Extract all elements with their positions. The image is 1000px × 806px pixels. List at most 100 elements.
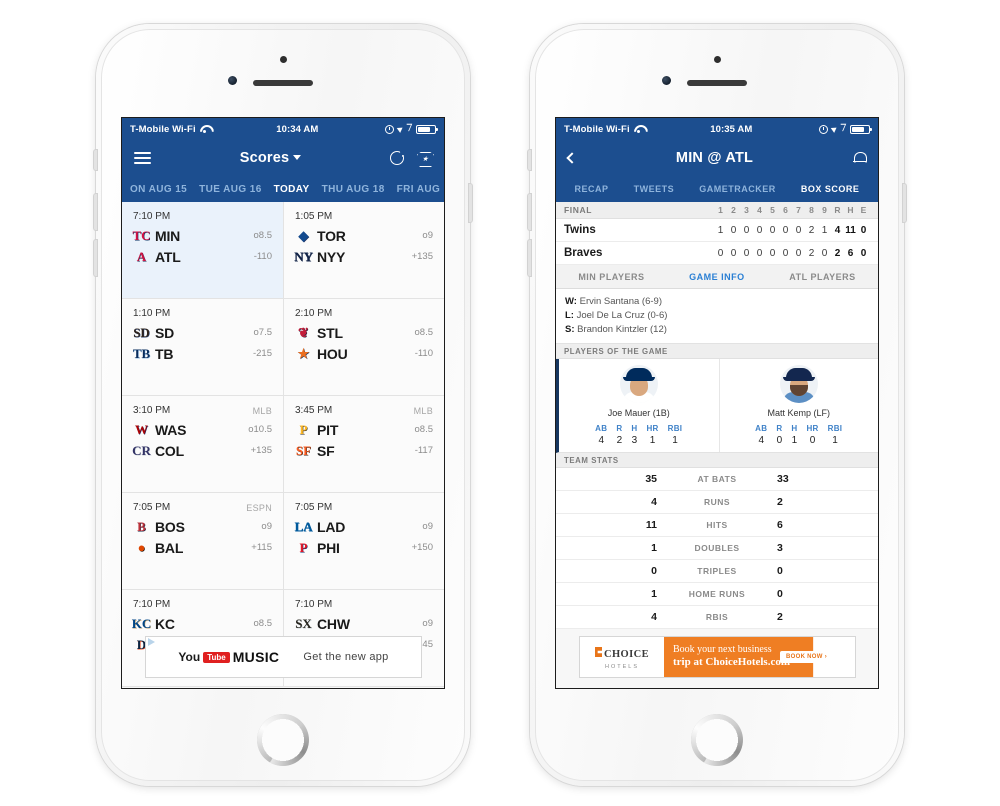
hamburger-menu-icon[interactable] <box>134 149 151 167</box>
home-team-row: SF SF -117 <box>295 442 433 459</box>
inning-column-header: 7 <box>796 205 801 215</box>
screen-left: T-Mobile Wi-Fi 10:34 AM ᜪ Scores ★ ON AU… <box>122 118 444 688</box>
away-stat-value: 1 <box>651 542 657 555</box>
game-card[interactable]: 1:10 PM SD SD o7.5 TB TB -215 <box>122 299 283 395</box>
home-button-right[interactable] <box>693 716 741 764</box>
away-stat-value: 0 <box>651 565 657 578</box>
game-tabs[interactable]: RECAP TWEETS GAMETRACKER BOX SCORE <box>556 176 878 202</box>
home-button-left[interactable] <box>259 716 307 764</box>
bell-icon[interactable] <box>853 151 867 165</box>
nav-bar-right: MIN @ ATL <box>556 140 878 176</box>
home-stat-value: 6 <box>777 519 783 532</box>
game-card[interactable]: 3:10 PM MLB W WAS o10.5 CR COL +135 <box>122 396 283 492</box>
linescore-cell: 0 <box>743 224 750 236</box>
silent-switch-left[interactable] <box>94 150 97 170</box>
page-title[interactable]: Scores <box>151 150 390 166</box>
player-stat: HR 1 <box>646 424 658 446</box>
choice-hotels-ad-banner[interactable]: CHOICE HOTELS Book your next business tr… <box>579 636 856 678</box>
game-card[interactable]: 3:45 PM MLB P PIT o8.5 SF SF -117 <box>283 396 444 492</box>
date-tab-2[interactable]: TODAY <box>268 184 316 195</box>
power-button-left[interactable] <box>469 184 472 222</box>
player-stat: AB 4 <box>595 424 607 446</box>
player-of-the-game-card[interactable]: Matt Kemp (LF) AB 4 R 0 H 1 HR 0 RBI 1 <box>718 359 879 453</box>
stat-key: R <box>616 424 623 434</box>
pitching-decisions: W: Ervin Santana (6-9) L: Joel De La Cruz… <box>556 289 878 345</box>
player-of-the-game-card[interactable]: Joe Mauer (1B) AB 4 R 2 H 3 HR 1 RBI 1 <box>559 359 719 452</box>
silent-switch-right[interactable] <box>528 150 531 170</box>
odds-value: +115 <box>251 542 272 553</box>
tab-recap[interactable]: RECAP <box>575 184 609 194</box>
inning-column-header: 6 <box>783 205 788 215</box>
game-card[interactable]: 1:05 PM ◆ TOR o9 NY NYY +135 <box>283 202 444 298</box>
tab-tweets[interactable]: TWEETS <box>634 184 675 194</box>
game-card[interactable]: 7:05 PM LA LAD o9 P PHI +150 <box>283 493 444 589</box>
date-tab-1[interactable]: TUE AUG 16 <box>193 184 268 195</box>
players-of-the-game: Joe Mauer (1B) AB 4 R 2 H 3 HR 1 RBI 1 Matt Kemp (L… <box>556 359 879 454</box>
linescore-cell: 0 <box>730 247 737 259</box>
inning-column-header: 2 <box>731 205 736 215</box>
boxscore-subtabs[interactable]: MIN PLAYERS GAME INFO ATL PLAYERS <box>556 265 878 289</box>
game-time: 7:10 PM <box>295 599 333 610</box>
location-arrow-icon <box>830 125 839 133</box>
jersey-icon[interactable]: ★ <box>417 151 432 165</box>
stat-value: 2 <box>616 435 623 447</box>
broadcast-network: MLB <box>413 405 433 416</box>
team-stat-row: 4 RBIS 2 <box>556 606 878 630</box>
home-team-row: ★ HOU -110 <box>295 345 433 362</box>
game-card[interactable]: 2:10 PM ❦ STL o8.5 ★ HOU -110 <box>283 299 444 395</box>
date-tab-3[interactable]: THU AUG 18 <box>316 184 391 195</box>
volume-up-button-left[interactable] <box>94 194 97 230</box>
away-team-row: P PIT o8.5 <box>295 421 433 438</box>
stat-value: 1 <box>649 435 656 447</box>
team-abbr: STL <box>317 324 343 341</box>
team-stat-row: 0 TRIPLES 0 <box>556 560 878 584</box>
book-now-button[interactable]: BOOK NOW › <box>780 651 833 663</box>
youtube-music-ad-banner[interactable]: You Tube MUSIC Get the new app <box>145 636 422 678</box>
odds-value: -110 <box>414 348 433 359</box>
volume-up-button-right[interactable] <box>528 194 531 230</box>
pitcher-decision: W: Ervin Santana (6-9) <box>565 295 869 309</box>
subtab-min-players[interactable]: MIN PLAYERS <box>578 272 644 282</box>
volume-down-button-right[interactable] <box>528 240 531 276</box>
date-tab-4[interactable]: FRI AUG 19 <box>391 184 444 195</box>
linescore-cell: 0 <box>782 247 789 259</box>
inning-column-header: 3 <box>744 205 749 215</box>
broadcast-network: MLB <box>252 405 272 416</box>
team-abbr: NYY <box>317 248 346 265</box>
date-tab-0[interactable]: ON AUG 15 <box>124 184 193 195</box>
game-card[interactable]: 7:10 PM TC MIN o8.5 A ATL -110 <box>122 202 283 298</box>
team-stat-row: 1 HOME RUNS 0 <box>556 583 878 607</box>
pitcher-decision: L: Joel De La Cruz (0-6) <box>565 309 869 323</box>
subtab-game-info[interactable]: GAME INFO <box>689 272 745 282</box>
player-name: Matt Kemp (LF) <box>767 408 830 419</box>
team-abbr: LAD <box>317 518 346 535</box>
refresh-icon[interactable] <box>390 151 404 165</box>
odds-value: o9 <box>422 230 433 241</box>
inning-columns: 123456789RHE <box>714 205 870 215</box>
volume-down-button-left[interactable] <box>94 240 97 276</box>
home-stat-value: 3 <box>777 542 783 555</box>
scores-grid: 7:10 PM TC MIN o8.5 A ATL -110 1:05 PM ◆ TOR o9 NY N… <box>122 202 444 687</box>
twins-logo: TC <box>132 228 151 243</box>
linescore-cell: 0 <box>756 247 763 259</box>
yt-brand-you: You <box>178 650 201 664</box>
date-tabs[interactable]: ON AUG 15 TUE AUG 16 TODAY THU AUG 18 FRI AU… <box>122 176 444 202</box>
odds-value: o9 <box>261 521 272 532</box>
team-abbr: COL <box>155 442 184 459</box>
tab-box-score[interactable]: BOX SCORE <box>801 184 860 194</box>
pitcher-decision: S: Brandon Kintzler (12) <box>565 323 869 337</box>
power-button-right[interactable] <box>903 184 906 222</box>
royals-logo: KC <box>131 616 152 631</box>
ad-choices-icon[interactable] <box>148 638 155 646</box>
dodgers-logo: LA <box>294 519 313 534</box>
stat-value: 3 <box>631 435 638 447</box>
tab-gametracker[interactable]: GAMETRACKER <box>699 184 776 194</box>
linescore-cell: 1 <box>717 224 724 236</box>
ad-cta-label[interactable]: Get the new app <box>303 651 388 663</box>
player-stat: H3 <box>631 424 637 446</box>
subtab-atl-players[interactable]: ATL PLAYERS <box>789 272 855 282</box>
game-card[interactable]: 7:05 PM ESPN B BOS o9 ● BAL +115 <box>122 493 283 589</box>
linescore-header: FINAL 123456789RHE <box>556 202 878 219</box>
inning-column-header: 9 <box>822 205 827 215</box>
odds-value: o7.5 <box>253 327 273 338</box>
